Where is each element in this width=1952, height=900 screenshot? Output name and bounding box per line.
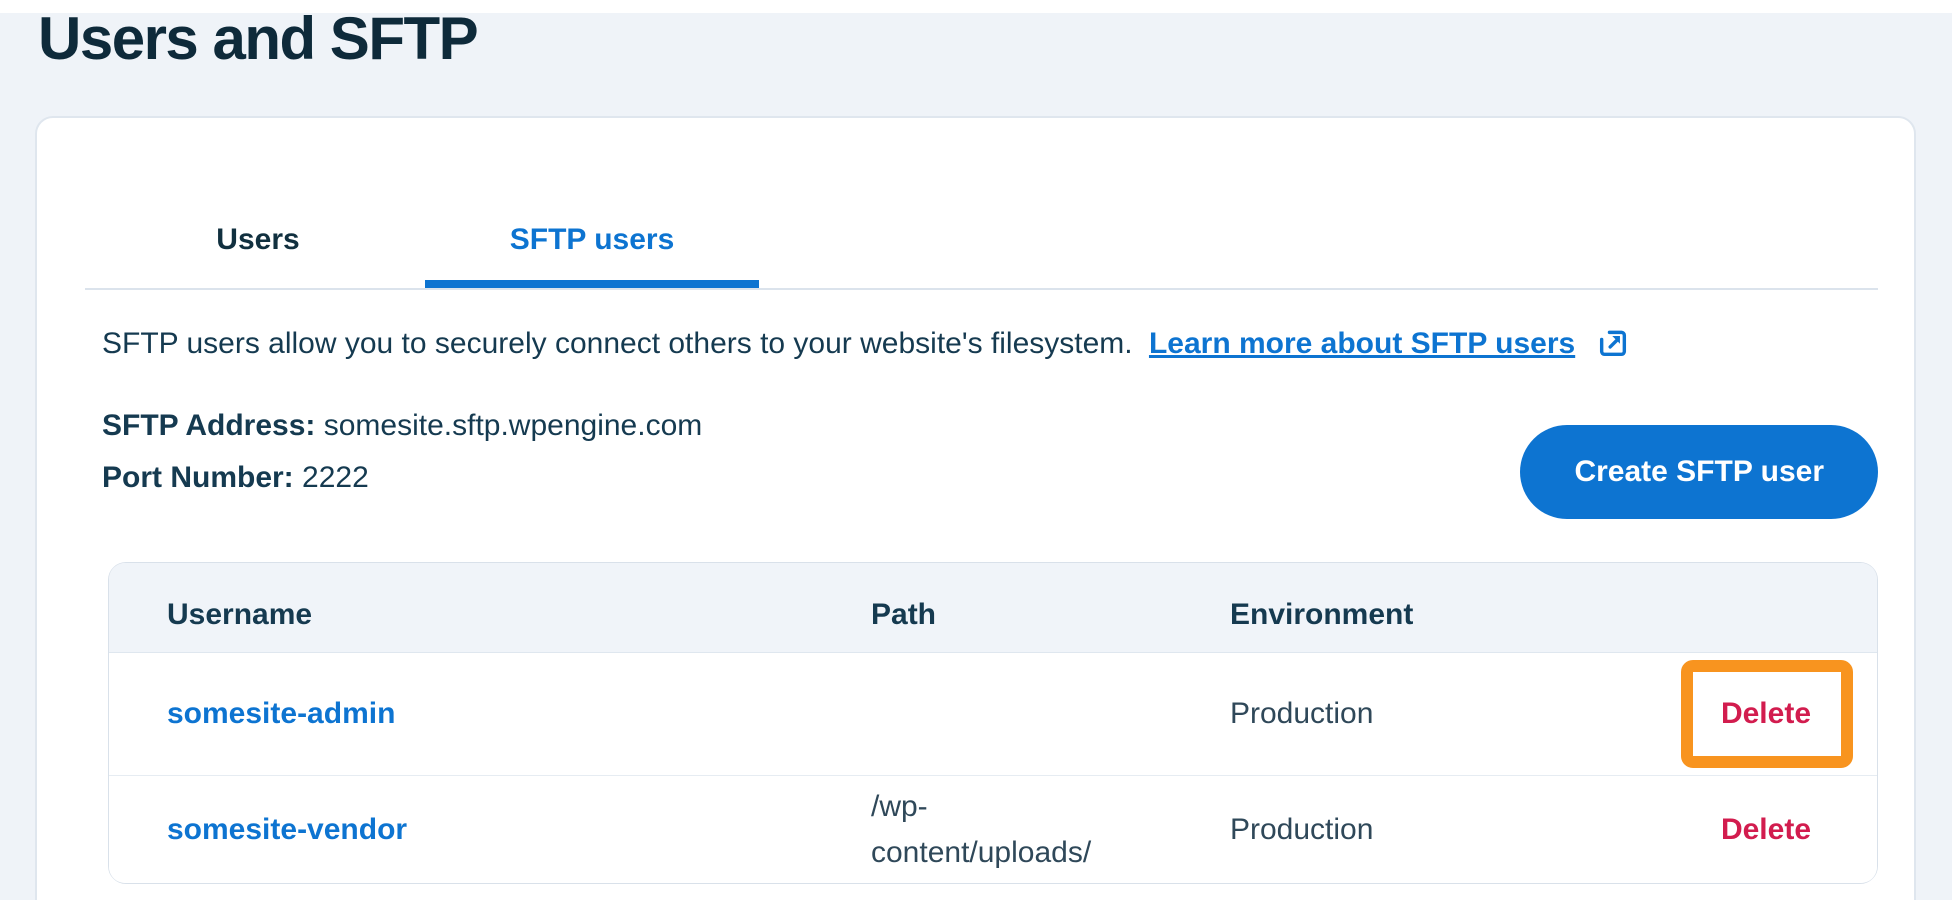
external-link-icon	[1596, 326, 1630, 371]
tab-users[interactable]: Users	[91, 209, 425, 290]
sftp-users-table: Username Path Environment somesite-admin…	[108, 562, 1878, 884]
sftp-address-label: SFTP Address:	[102, 409, 315, 442]
column-header-environment: Environment	[1230, 598, 1811, 632]
intro-line: SFTP users allow you to securely connect…	[102, 324, 1854, 371]
table-row: somesite-admin Production Delete	[109, 653, 1877, 775]
intro-text: SFTP users allow you to securely connect…	[102, 327, 1133, 360]
username-link[interactable]: somesite-admin	[167, 697, 871, 731]
action-cell: Delete	[1721, 697, 1811, 731]
port-number-label: Port Number:	[102, 461, 294, 494]
environment-cell: Production	[1230, 813, 1721, 847]
delete-button[interactable]: Delete	[1721, 697, 1811, 730]
sftp-address-value: somesite.sftp.wpengine.com	[324, 409, 703, 442]
tab-divider	[85, 288, 1878, 290]
users-and-sftp-page: Users and SFTP Users SFTP users SFTP use…	[0, 13, 1952, 900]
page-title: Users and SFTP	[38, 7, 477, 71]
column-header-username: Username	[167, 598, 871, 632]
table-row: somesite-vendor /wp-content/uploads/ Pro…	[109, 775, 1877, 883]
environment-cell: Production	[1230, 697, 1721, 731]
delete-button[interactable]: Delete	[1721, 813, 1811, 846]
connection-info: SFTP Address: somesite.sftp.wpengine.com…	[102, 400, 702, 504]
action-cell: Delete	[1721, 813, 1811, 847]
port-number-line: Port Number: 2222	[102, 452, 702, 504]
tab-bar: Users SFTP users	[91, 209, 759, 290]
sftp-card: Users SFTP users SFTP users allow you to…	[35, 116, 1916, 900]
path-cell: /wp-content/uploads/	[871, 784, 1121, 876]
port-number-value: 2222	[302, 461, 369, 494]
column-header-path: Path	[871, 598, 1230, 632]
tab-sftp-users[interactable]: SFTP users	[425, 209, 759, 290]
create-sftp-user-button[interactable]: Create SFTP user	[1520, 425, 1878, 519]
screen: Users and SFTP Users SFTP users SFTP use…	[0, 0, 1952, 900]
learn-more-link[interactable]: Learn more about SFTP users	[1149, 327, 1575, 360]
table-header-row: Username Path Environment	[109, 563, 1877, 653]
username-link[interactable]: somesite-vendor	[167, 813, 871, 847]
sftp-address-line: SFTP Address: somesite.sftp.wpengine.com	[102, 400, 702, 452]
